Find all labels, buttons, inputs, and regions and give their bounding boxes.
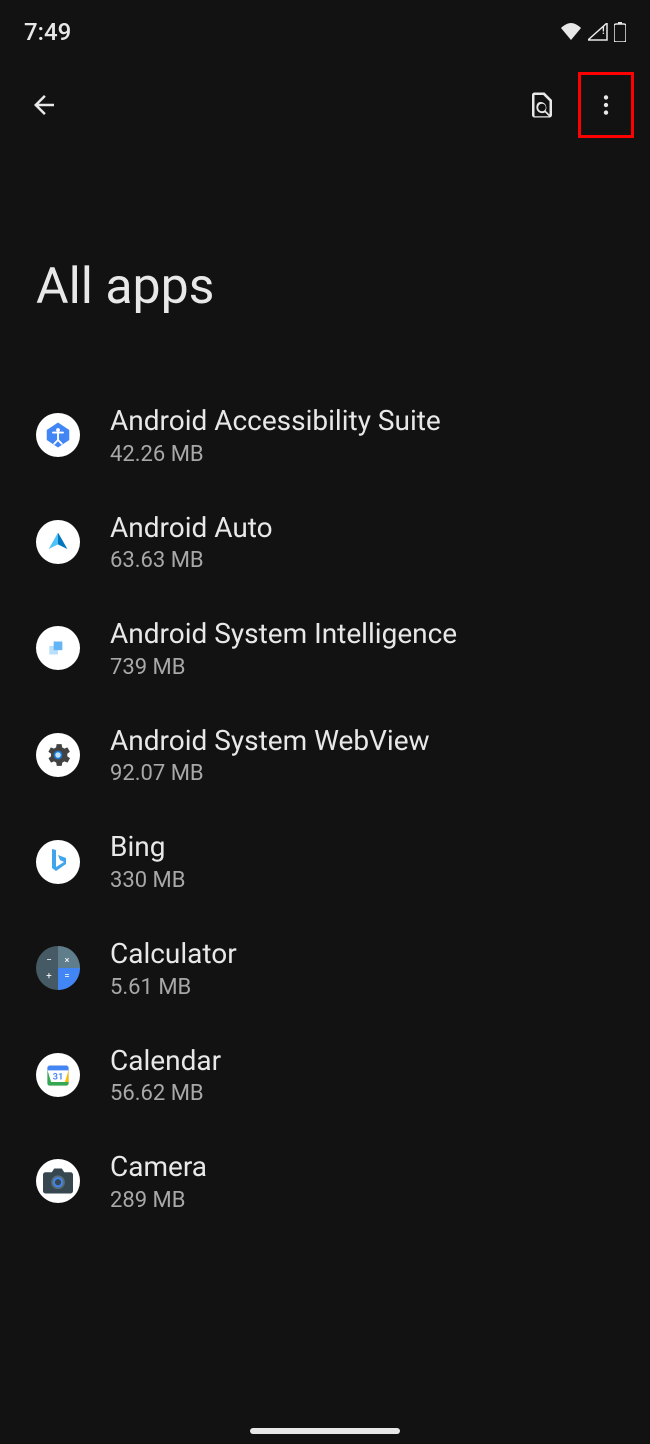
app-size-label: 5.61 MB <box>110 975 237 1000</box>
bing-icon <box>46 847 70 877</box>
find-in-page-icon <box>527 90 557 120</box>
svg-text:−: − <box>46 955 52 966</box>
app-size-label: 63.63 MB <box>110 548 273 573</box>
app-icon <box>36 626 80 670</box>
app-list: Android Accessibility Suite 42.26 MB And… <box>0 356 650 1261</box>
android-auto-icon <box>44 528 72 556</box>
accessibility-icon <box>43 420 73 450</box>
app-size-label: 56.62 MB <box>110 1081 221 1106</box>
page-title: All apps <box>0 150 650 356</box>
webview-gear-icon <box>43 740 73 770</box>
signal-icon: ! <box>588 23 608 41</box>
app-icon <box>36 520 80 564</box>
app-name-label: Android System Intelligence <box>110 617 457 651</box>
app-icon: − × + = <box>36 946 80 990</box>
app-size-label: 42.26 MB <box>110 442 441 467</box>
camera-icon <box>43 1168 73 1194</box>
app-name-label: Camera <box>110 1150 207 1184</box>
app-name-label: Bing <box>110 830 185 864</box>
app-size-label: 330 MB <box>110 868 185 893</box>
calendar-icon: 31 <box>44 1061 72 1089</box>
status-icons: ! <box>560 22 626 42</box>
app-item-android-auto[interactable]: Android Auto 63.63 MB <box>0 489 650 596</box>
app-icon: 31 <box>36 1053 80 1097</box>
svg-text:!: ! <box>602 26 605 37</box>
navigation-handle[interactable] <box>250 1428 400 1434</box>
more-vert-icon <box>593 92 619 118</box>
app-size-label: 739 MB <box>110 655 457 680</box>
app-icon <box>36 733 80 777</box>
app-item-bing[interactable]: Bing 330 MB <box>0 808 650 915</box>
calculator-icon: − × + = <box>36 946 80 990</box>
app-size-label: 289 MB <box>110 1188 207 1213</box>
app-icon <box>36 413 80 457</box>
app-name-label: Android Auto <box>110 511 273 545</box>
search-in-page-button[interactable] <box>518 81 566 129</box>
svg-text:+: + <box>46 971 52 982</box>
app-name-label: Calendar <box>110 1044 221 1078</box>
app-icon <box>36 1159 80 1203</box>
svg-text:31: 31 <box>53 1072 64 1083</box>
app-item-calendar[interactable]: 31 Calendar 56.62 MB <box>0 1022 650 1129</box>
app-name-label: Android System WebView <box>110 724 430 758</box>
app-name-label: Android Accessibility Suite <box>110 404 441 438</box>
more-options-button[interactable] <box>584 83 628 127</box>
app-item-android-system-webview[interactable]: Android System WebView 92.07 MB <box>0 702 650 809</box>
system-intelligence-icon <box>45 635 71 661</box>
app-item-android-accessibility-suite[interactable]: Android Accessibility Suite 42.26 MB <box>0 382 650 489</box>
wifi-icon <box>560 23 582 41</box>
arrow-back-icon <box>29 90 59 120</box>
svg-text:=: = <box>64 971 70 982</box>
status-bar: 7:49 ! <box>0 0 650 60</box>
app-size-label: 92.07 MB <box>110 761 430 786</box>
app-icon <box>36 840 80 884</box>
app-item-camera[interactable]: Camera 289 MB <box>0 1128 650 1235</box>
battery-icon <box>614 22 626 42</box>
status-time: 7:49 <box>24 18 71 46</box>
app-item-android-system-intelligence[interactable]: Android System Intelligence 739 MB <box>0 595 650 702</box>
svg-text:×: × <box>65 956 70 966</box>
highlight-more-button <box>578 72 634 138</box>
toolbar <box>0 60 650 150</box>
app-item-calculator[interactable]: − × + = Calculator 5.61 MB <box>0 915 650 1022</box>
back-button[interactable] <box>20 81 68 129</box>
app-name-label: Calculator <box>110 937 237 971</box>
